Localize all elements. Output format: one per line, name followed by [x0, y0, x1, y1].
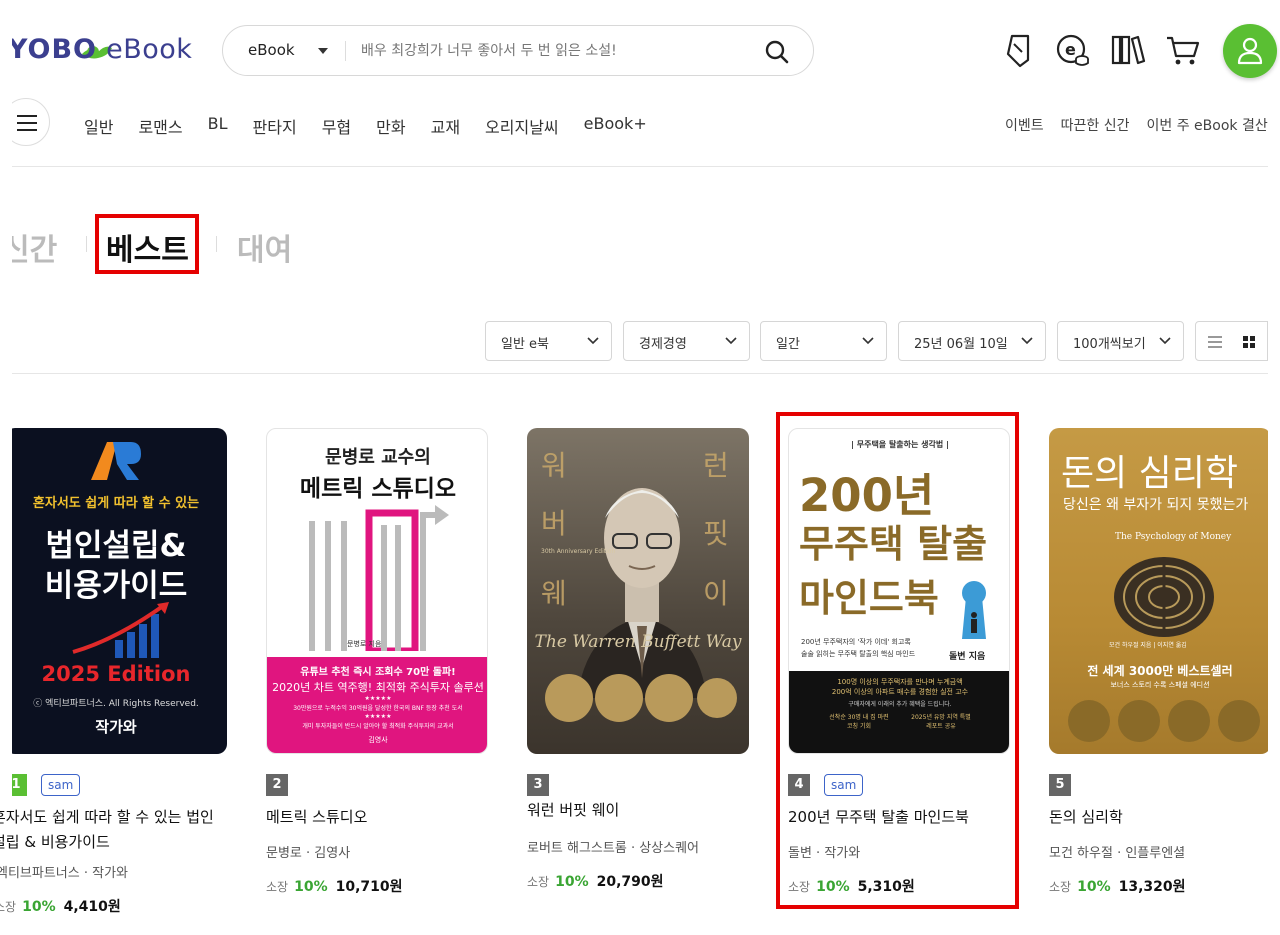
ecash-icon[interactable]: e: [1055, 32, 1091, 68]
library-icon[interactable]: [1110, 32, 1146, 68]
list-view-button[interactable]: [1195, 321, 1233, 361]
category-nav: 일반 로맨스 BL 판타지 무협 만화 교재 오리지날씨 eBook+: [84, 114, 672, 138]
divider: [12, 166, 1268, 167]
book-price: 소장 10% 13,320원: [1049, 879, 1186, 895]
tab-divider: [86, 236, 87, 252]
search-icon[interactable]: [763, 38, 791, 66]
book-author[interactable]: 모건 하우절 · 인플루엔셜: [1049, 842, 1185, 861]
portrait-image: [577, 488, 707, 698]
chevron-down-icon: [1159, 337, 1171, 345]
book-author[interactable]: 문병로 · 김영사: [266, 842, 350, 861]
growth-chart-icon: [72, 602, 169, 658]
nav-item-textbook[interactable]: 교재: [431, 114, 460, 138]
award-badges: [545, 674, 737, 722]
rank-badge: 5: [1049, 774, 1071, 796]
list-icon: [1208, 336, 1222, 348]
rank-badge: 2: [266, 774, 288, 796]
hamburger-icon: [17, 115, 37, 117]
user-icon: [1237, 37, 1263, 65]
tab-divider: [216, 236, 217, 252]
arrow-graph-icon: [309, 505, 449, 651]
divider: [12, 373, 1268, 374]
book-cover[interactable]: 돈의 심리학 당신은 왜 부자가 되지 못했는가 The Psychology …: [1049, 428, 1268, 754]
cart-icon[interactable]: [1165, 32, 1201, 68]
book-title[interactable]: 혼자서도 쉽게 따라 할 수 있는 법인설립 & 비용가이드: [0, 805, 224, 855]
sam-badge: sam: [41, 774, 81, 796]
book-price: 소장10%4,410원: [0, 899, 121, 915]
grid-view-button[interactable]: [1232, 321, 1268, 361]
book-price: 소장 10% 20,790원: [527, 874, 664, 890]
nav-item-ebook-plus[interactable]: eBook+: [584, 114, 647, 138]
search-divider: [345, 41, 346, 61]
chevron-down-icon: [725, 337, 737, 345]
nav-link-new[interactable]: 따끈한 신간: [1061, 115, 1130, 135]
nav-item-romance[interactable]: 로맨스: [138, 114, 182, 138]
coupon-icon[interactable]: [1000, 32, 1036, 68]
book-author[interactable]: 로버트 해그스트롬 · 상상스퀘어: [527, 837, 699, 856]
book-cover[interactable]: 문병로 교수의 메트릭 스튜디오 문병로 지음 유튜브 추천 즉시 조회수 70…: [266, 428, 488, 754]
viewport-edge: [0, 0, 12, 935]
book-title[interactable]: 메트릭 스튜디오: [266, 805, 488, 830]
chevron-down-icon: [1021, 337, 1033, 345]
user-button[interactable]: [1223, 24, 1277, 78]
chevron-down-icon: [862, 337, 874, 345]
filter-category[interactable]: 일반 e북: [485, 321, 612, 361]
caret-down-icon[interactable]: [318, 48, 328, 54]
search-type-select[interactable]: eBook: [248, 41, 295, 59]
logo[interactable]: KYOBO eBook: [0, 30, 200, 74]
search-bar: eBook: [222, 25, 814, 76]
tab-rental[interactable]: 대여: [237, 225, 292, 269]
rank-badge: 3: [527, 774, 549, 796]
nav-right: 이벤트 따끈한 신간 이번 주 eBook 결산: [1005, 115, 1280, 135]
filter-date[interactable]: 25년 06월 10일: [898, 321, 1046, 361]
nav-item-bl[interactable]: BL: [208, 114, 228, 138]
filter-genre[interactable]: 경제경영: [623, 321, 750, 361]
grid-icon: [1243, 336, 1255, 348]
chevron-down-icon: [587, 337, 599, 345]
book-price: 소장 10% 10,710원: [266, 879, 403, 895]
nav-link-event[interactable]: 이벤트: [1005, 115, 1044, 135]
ar-logo-icon: [91, 442, 141, 480]
nav-link-weekly[interactable]: 이번 주 eBook 결산: [1147, 115, 1268, 135]
book-title[interactable]: 돈의 심리학: [1049, 805, 1268, 830]
filter-per-page[interactable]: 100개씩보기: [1057, 321, 1184, 361]
filter-period[interactable]: 일간: [760, 321, 887, 361]
book-author[interactable]: 엑티브파트너스 · 작가와: [0, 862, 128, 881]
svg-text:e: e: [1065, 40, 1076, 59]
brain-maze-image: [1114, 557, 1214, 637]
highlight-box: [776, 412, 1019, 909]
book-cover[interactable]: 혼자서도 쉽게 따라 할 수 있는 법인설립& 비용가이드 2025 Editi…: [5, 428, 227, 754]
search-input[interactable]: [361, 38, 741, 64]
nav-item-original[interactable]: 오리지날씨: [485, 114, 559, 138]
book-title[interactable]: 워런 버핏 웨이: [527, 798, 749, 823]
nav-item-fantasy[interactable]: 판타지: [253, 114, 297, 138]
book-card[interactable]: 돈의 심리학 당신은 왜 부자가 되지 못했는가 The Psychology …: [1049, 428, 1268, 908]
nav-item-general[interactable]: 일반: [84, 114, 113, 138]
highlight-box: [95, 214, 199, 274]
nav-item-comics[interactable]: 만화: [376, 114, 405, 138]
nav-item-martial[interactable]: 무협: [322, 114, 351, 138]
award-badges: [1068, 700, 1260, 742]
book-cover[interactable]: 워 런 버 핏 웨 이 30th Anniversary Edition The…: [527, 428, 749, 754]
